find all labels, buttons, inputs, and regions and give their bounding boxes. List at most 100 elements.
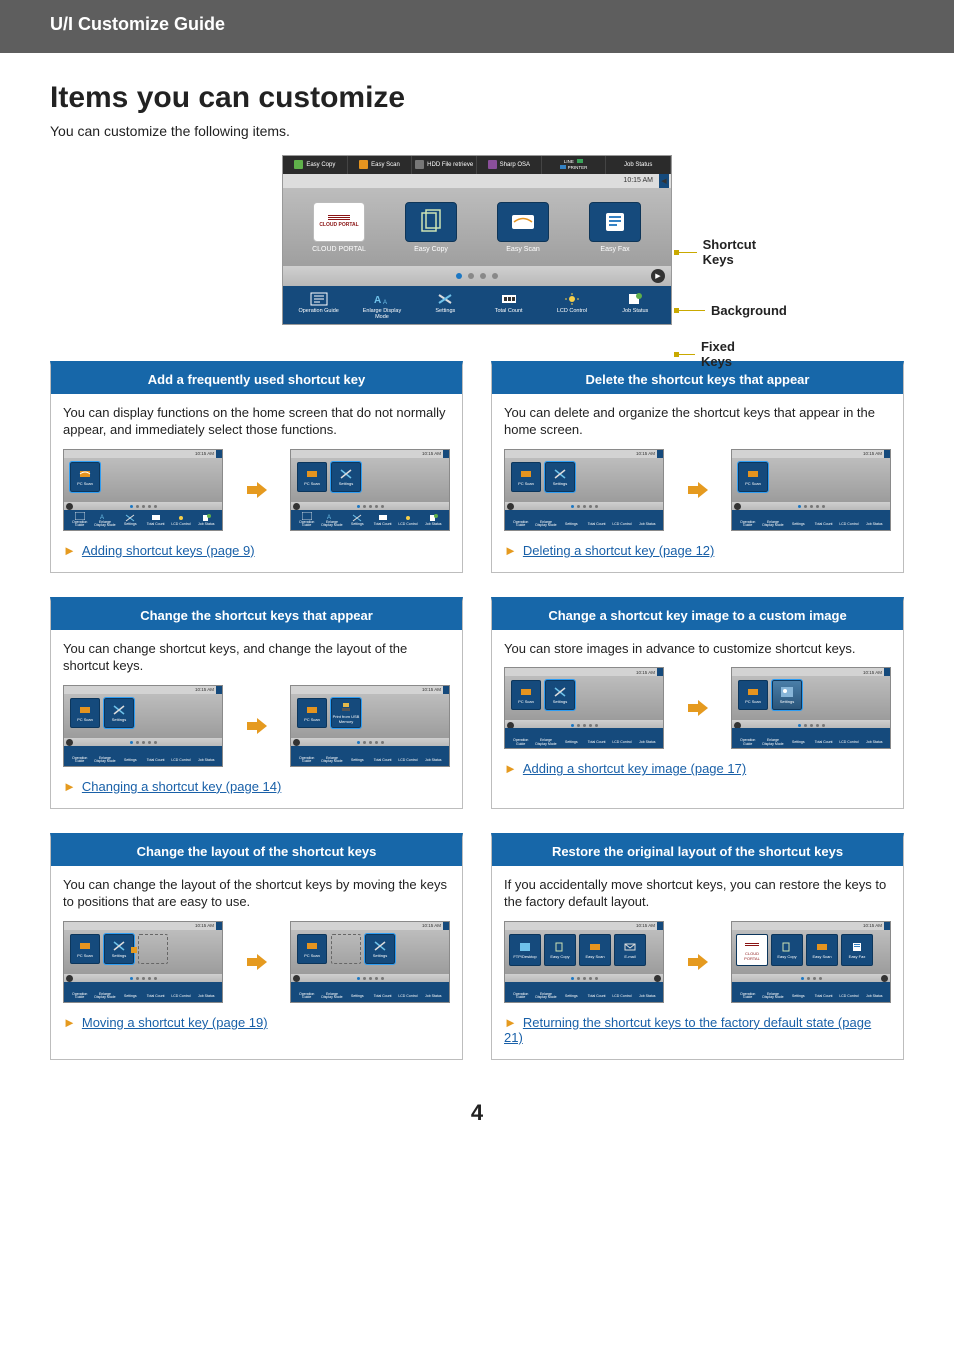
- card-title: Delete the shortcut keys that appear: [492, 365, 903, 394]
- page-dot: [492, 273, 498, 279]
- mini-before: 10:15 AM PC Scan Settings Operation Guid…: [504, 449, 664, 531]
- triangle-icon: ►: [504, 543, 517, 558]
- page-dot: [480, 273, 486, 279]
- tab-easy-scan: Easy Scan: [348, 156, 413, 174]
- card-shots: 10:15 AM PC Scan Operation Guide AEnlarg…: [63, 449, 450, 531]
- card-title: Change the shortcut keys that appear: [51, 601, 462, 630]
- fixed-job-status: Job Status: [610, 292, 660, 320]
- tab-hdd: HDD File retrieve: [412, 156, 477, 174]
- card-link[interactable]: Moving a shortcut key (page 19): [82, 1015, 268, 1030]
- card-custom-image: Change a shortcut key image to a custom …: [491, 597, 904, 809]
- screenshot-pagination: ▶: [283, 266, 671, 286]
- screenshot-icons-row: CLOUD PORTAL CLOUD PORTAL Easy Copy Easy…: [283, 188, 671, 266]
- tile-custom-image: Settings: [772, 680, 802, 710]
- mini-before: 10:15 AM PC Scan Operation Guide AEnlarg…: [63, 449, 223, 531]
- mini-after: 10:15 AM PC Scan Settings Operation Guid…: [731, 667, 891, 749]
- hdd-icon: [415, 160, 424, 169]
- fixed-lcd: LCD Control: [547, 292, 597, 320]
- printer-icon: [560, 165, 566, 169]
- count-icon: [500, 292, 518, 306]
- arrow-icon: [247, 480, 267, 500]
- card-desc: You can display functions on the home sc…: [63, 404, 450, 439]
- fixed-settings: Settings: [420, 292, 470, 320]
- easy-copy-icon: [405, 202, 457, 242]
- shortcut-easy-copy: Easy Copy: [391, 202, 471, 254]
- shortcut-easy-fax: Easy Fax: [575, 202, 655, 254]
- callout-background: Background: [677, 303, 787, 318]
- page-dot: [468, 273, 474, 279]
- tile-pc-scan: PC Scan: [297, 462, 327, 492]
- page-content: Items you can customize You can customiz…: [0, 53, 954, 1166]
- mini-after: 10:15 AM PC Scan Operation GuideEnlarge …: [731, 449, 891, 531]
- scan-icon: [359, 160, 368, 169]
- triangle-icon: ►: [504, 761, 517, 776]
- triangle-icon: ►: [63, 543, 76, 558]
- callout-fixed: Fixed Keys: [677, 339, 745, 369]
- enlarge-icon: AA: [373, 292, 391, 306]
- mini-after: 10:15 AM PC Scan Settings Operation Guid…: [290, 449, 450, 531]
- card-desc: You can change shortcut keys, and change…: [63, 640, 450, 675]
- tile-drop-target: [138, 934, 168, 964]
- card-link[interactable]: Deleting a shortcut key (page 12): [523, 543, 715, 558]
- arrow-icon: [688, 952, 708, 972]
- shortcut-easy-scan: Easy Scan: [483, 202, 563, 254]
- cards-grid: Add a frequently used shortcut key You c…: [50, 361, 904, 1060]
- mini-before: 10:15 AM PC Scan Settings Operation Guid…: [504, 667, 664, 749]
- tab-easy-copy: Easy Copy: [283, 156, 348, 174]
- tab-job-status: Job Status: [606, 156, 671, 174]
- svg-text:A: A: [374, 295, 381, 306]
- tile-settings: Settings: [331, 462, 361, 492]
- mini-before: 10:15 AM FTP/Desktop Easy Copy Easy Scan…: [504, 921, 664, 1003]
- svg-text:A: A: [383, 300, 387, 306]
- fixed-operation-guide: Operation Guide: [294, 292, 344, 320]
- triangle-icon: ►: [63, 779, 76, 794]
- drag-indicator-icon: [131, 947, 137, 953]
- tile-pc-scan: PC Scan: [70, 462, 100, 492]
- mini-after: 10:15 AM PC Scan Print from USB Memory O…: [290, 685, 450, 767]
- job-status-icon: [626, 292, 644, 306]
- arrow-icon: [247, 716, 267, 736]
- screenshot-strip: 10:15 AM ◀: [283, 174, 671, 188]
- screenshot-clock: 10:15 AM: [623, 177, 653, 184]
- screenshot-bottom-row: Operation Guide AAEnlarge Display Mode S…: [283, 286, 671, 324]
- card-link[interactable]: Returning the shortcut keys to the facto…: [504, 1015, 871, 1045]
- guide-icon: [310, 292, 328, 306]
- card-add-shortcut: Add a frequently used shortcut key You c…: [50, 361, 463, 573]
- osa-icon: [488, 160, 497, 169]
- card-link[interactable]: Adding shortcut keys (page 9): [82, 543, 255, 558]
- card-change-layout: Change the layout of the shortcut keys Y…: [50, 833, 463, 1060]
- line-icon: [577, 159, 583, 163]
- tab-status-ind: LINE PRINTER: [542, 156, 607, 174]
- guide-header: U/I Customize Guide: [0, 0, 954, 53]
- main-screenshot-wrap: Easy Copy Easy Scan HDD File retrieve Sh…: [50, 155, 904, 325]
- card-desc: You can change the layout of the shortcu…: [63, 876, 450, 911]
- page-intro: You can customize the following items.: [50, 123, 904, 139]
- cloud-portal-icon: CLOUD PORTAL: [313, 202, 365, 242]
- card-link[interactable]: Adding a shortcut key image (page 17): [523, 761, 746, 776]
- card-link[interactable]: Changing a shortcut key (page 14): [82, 779, 281, 794]
- play-icon: ▶: [651, 269, 665, 283]
- triangle-icon: ►: [504, 1015, 517, 1030]
- card-title: Change a shortcut key image to a custom …: [492, 601, 903, 630]
- arrow-icon: [688, 698, 708, 718]
- mini-before: 10:15 AM PC Scan Settings Operation Guid…: [63, 685, 223, 767]
- svg-text:A: A: [327, 515, 331, 520]
- page-dot: [456, 273, 462, 279]
- strip-arrow-icon: ◀: [659, 174, 669, 188]
- copy-icon: [294, 160, 303, 169]
- mini-after: 10:15 AM CLOUD PORTAL Easy Copy Easy Sca…: [731, 921, 891, 1003]
- triangle-icon: ►: [63, 1015, 76, 1030]
- card-delete-shortcut: Delete the shortcut keys that appear You…: [491, 361, 904, 573]
- page-number: 4: [50, 1100, 904, 1126]
- mini-bottom: Operation Guide AEnlarge Display Mode Se…: [64, 510, 222, 530]
- shortcut-cloud-portal: CLOUD PORTAL CLOUD PORTAL: [299, 202, 379, 254]
- card-change-shortcut: Change the shortcut keys that appear You…: [50, 597, 463, 809]
- main-screenshot: Easy Copy Easy Scan HDD File retrieve Sh…: [282, 155, 672, 325]
- card-title: Add a frequently used shortcut key: [51, 365, 462, 394]
- mini-after: 10:15 AM PC Scan Settings Operation Guid…: [290, 921, 450, 1003]
- mini-before: 10:15 AM PC Scan Settings Operation Guid…: [63, 921, 223, 1003]
- easy-scan-icon: [497, 202, 549, 242]
- guide-title: U/I Customize Guide: [50, 14, 225, 34]
- card-link-row: ► Adding shortcut keys (page 9): [63, 543, 450, 558]
- tab-osa: Sharp OSA: [477, 156, 542, 174]
